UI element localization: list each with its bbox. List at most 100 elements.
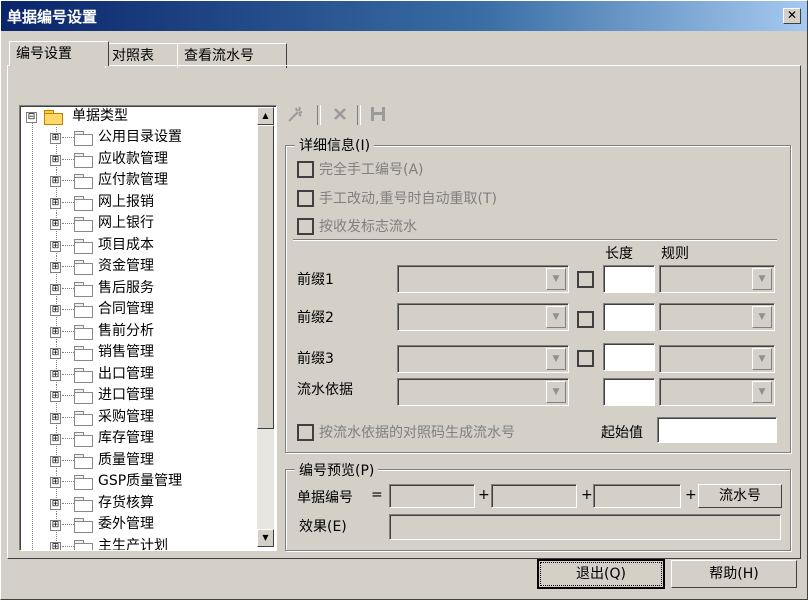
tree-item[interactable]: ⊞ 公用目录设置 [20,127,260,148]
expand-icon[interactable]: ⊞ [50,283,61,295]
expand-icon[interactable]: ⊞ [50,240,61,252]
expand-icon[interactable]: ⊞ [50,541,61,550]
tree-scrollbar[interactable]: ▲ ▼ [257,107,274,547]
chevron-down-icon: ▼ [546,381,566,403]
tree-item[interactable]: ⊞ 存货核算 [20,492,260,514]
expand-icon[interactable]: ⊞ [50,391,61,402]
tree-item-label: 应付款管理 [98,172,168,188]
prefix3-checkbox[interactable] [577,350,594,367]
expand-icon[interactable]: ⊞ [50,305,61,316]
tree-item-label: 主生产计划 [98,537,168,551]
expand-icon[interactable]: ⊞ [50,133,61,144]
by-flag-checkbox[interactable] [297,218,314,235]
manual-number-checkbox[interactable] [297,161,314,178]
tree-item-label: 售后服务 [98,279,154,296]
tree-item-label: 公用目录设置 [98,129,182,145]
exit-button[interactable]: 退出(Q) [537,559,665,589]
tree-item[interactable]: ⊞ 资金管理 [20,256,260,277]
auto-renumber-checkbox[interactable] [297,190,314,207]
serial-basis-rule-select[interactable]: ▼ [659,378,775,406]
expand-icon[interactable]: ⊞ [50,348,61,359]
tree-item[interactable]: ⊞ 合同管理 [20,299,260,320]
doc-number-label: 单据编号 [297,490,353,506]
preview-prefix1-box [389,484,475,508]
tree-item[interactable]: ⊞ 网上银行 [20,213,260,234]
expand-icon[interactable]: ⊞ [50,154,61,166]
tree-item[interactable]: ⊞ GSP质量管理 [20,471,260,492]
expand-icon[interactable]: ⊞ [50,520,61,531]
tree-item[interactable]: ⊞ 委外管理 [20,514,260,535]
tree-item-label: 网上银行 [98,215,154,231]
prefix2-rule-select[interactable]: ▼ [659,303,775,331]
tree-item[interactable]: ⊞ 销售管理 [20,342,260,363]
tree-item-label: 网上报销 [98,193,154,210]
close-icon[interactable]: ✕ [783,8,801,24]
prefix1-rule-select[interactable]: ▼ [659,265,775,293]
tree-item[interactable]: ⊞ 应收款管理 [20,148,260,170]
tree-item[interactable]: ⊞ 售后服务 [20,277,260,299]
tree-item[interactable]: ⊞ 质量管理 [20,449,260,471]
tree-item-label: 合同管理 [98,301,154,317]
gen-by-code-label: 按流水依据的对照码生成流水号 [319,425,515,441]
expand-icon[interactable]: ⊞ [50,326,61,338]
tab-number-settings[interactable]: 编号设置 [9,41,109,66]
tree-item-label: 质量管理 [98,451,154,468]
collapse-icon[interactable]: ⊟ [26,112,37,123]
scroll-up-icon[interactable]: ▲ [257,107,274,125]
expand-icon[interactable]: ⊞ [50,477,61,488]
scroll-down-icon[interactable]: ▼ [257,529,274,547]
start-value-input[interactable] [657,417,777,443]
expand-icon[interactable]: ⊞ [50,369,61,381]
expand-icon[interactable]: ⊞ [50,498,61,510]
prefix1-checkbox[interactable] [577,271,594,288]
tree-item[interactable]: ⊞ 网上报销 [20,191,260,213]
folder-icon [74,432,93,447]
prefix2-checkbox[interactable] [577,311,594,328]
scroll-thumb[interactable] [257,125,274,429]
prefix2-select[interactable]: ▼ [397,303,569,331]
prefix1-select[interactable]: ▼ [397,265,569,293]
tree-item-label: 项目成本 [98,236,154,253]
prefix3-select[interactable]: ▼ [397,345,569,373]
tree-item[interactable]: ⊞ 采购管理 [20,406,260,428]
serial-basis-select[interactable]: ▼ [397,378,569,406]
dialog-window: 单据编号设置 ✕ 编号设置 对照表 查看流水号 ⊟ 单据类型 ⊞ 公用目录设置 ⊞ 应… [0,0,808,600]
help-button[interactable]: 帮助(H) [671,560,797,588]
tree-item[interactable]: ⊞ 进口管理 [20,385,260,406]
expand-icon[interactable]: ⊞ [50,434,61,445]
gen-by-code-checkbox[interactable] [297,424,314,441]
tree-item[interactable]: ⊞ 库存管理 [20,428,260,449]
tree-item-label: 存货核算 [98,494,154,511]
tree-root[interactable]: ⊟ 单据类型 [20,106,260,127]
by-flag-label: 按收发标志流水 [319,219,417,235]
tree-item-label: GSP质量管理 [98,473,183,489]
expand-icon[interactable]: ⊞ [50,262,61,273]
chevron-down-icon: ▼ [546,268,566,290]
tree-item[interactable]: ⊞ 出口管理 [20,363,260,385]
save-icon[interactable] [367,104,389,126]
prefix2-length-input[interactable] [603,303,655,331]
prefix3-rule-select[interactable]: ▼ [659,345,775,373]
tree-item[interactable]: ⊞ 应付款管理 [20,170,260,191]
folder-icon [74,410,93,426]
serial-number-button[interactable]: 流水号 [698,484,782,508]
plus-sign: + [581,487,593,503]
document-type-tree[interactable]: ⊟ 单据类型 ⊞ 公用目录设置 ⊞ 应收款管理 ⊞ 应付款管理 ⊞ 网上报销 ⊞ 网上银行 ⊞ 项目成… [19,105,277,551]
expand-icon[interactable]: ⊞ [50,455,61,467]
expand-icon[interactable]: ⊞ [50,412,61,424]
delete-icon[interactable] [329,104,351,126]
folder-icon [74,303,93,318]
prefix1-length-input[interactable] [603,265,655,293]
chevron-down-icon: ▼ [546,348,566,370]
tree-item[interactable]: ⊞ 主生产计划 [20,535,260,551]
expand-icon[interactable]: ⊞ [50,176,61,187]
tree-item[interactable]: ⊞ 项目成本 [20,234,260,256]
prefix3-length-input[interactable] [603,343,655,371]
serial-basis-length-input[interactable] [603,378,655,406]
expand-icon[interactable]: ⊞ [50,197,61,209]
new-icon[interactable] [285,104,307,126]
expand-icon[interactable]: ⊞ [50,219,61,230]
prefix2-label: 前缀2 [297,310,334,326]
tree-item[interactable]: ⊞ 售前分析 [20,320,260,342]
auto-renumber-label: 手工改动,重号时自动重取(T) [319,191,497,207]
